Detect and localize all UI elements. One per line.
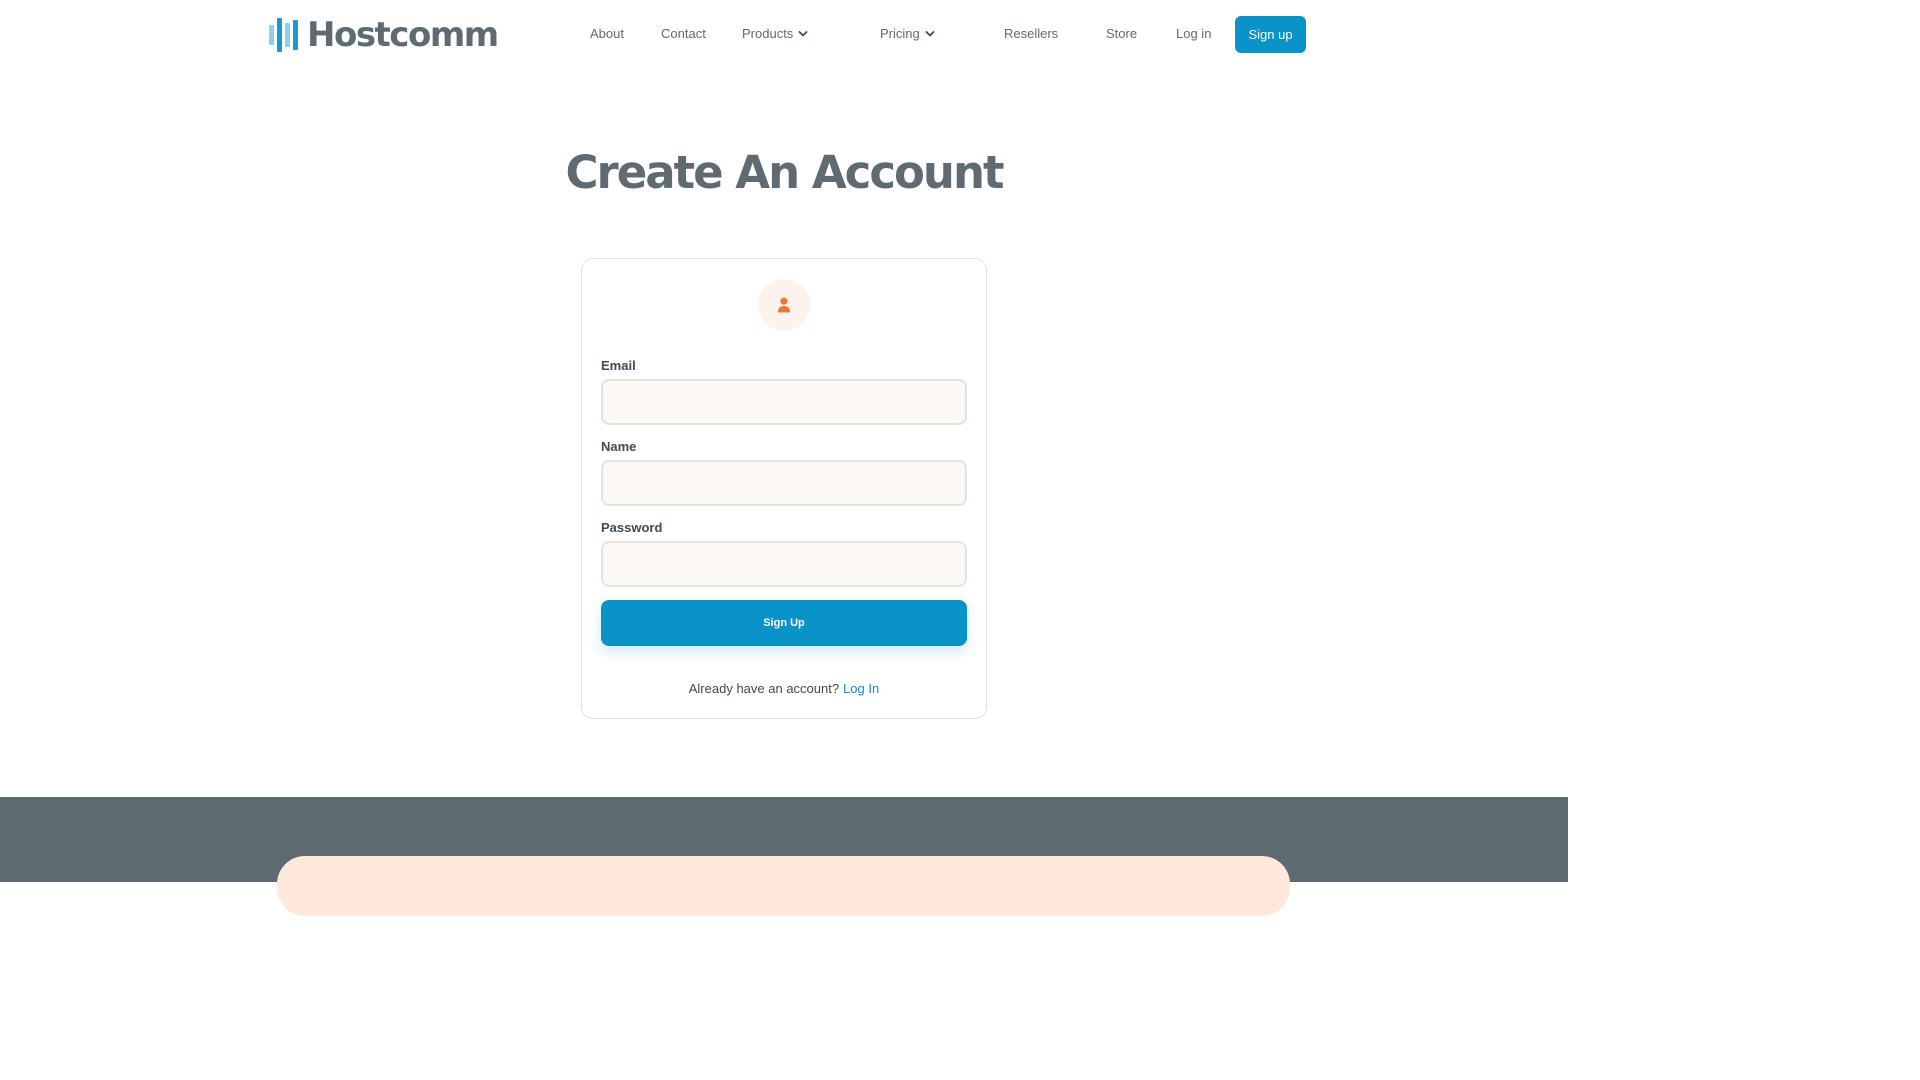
chevron-down-icon xyxy=(925,31,935,37)
footer-banner xyxy=(277,856,1290,916)
logo[interactable]: Hostcomm xyxy=(269,15,499,55)
password-field[interactable] xyxy=(601,541,967,587)
nav-products-label: Products xyxy=(742,26,794,41)
signup-card: Email Name Password Sign Up Already have… xyxy=(581,258,987,719)
name-label: Name xyxy=(601,439,637,454)
logo-mark-icon xyxy=(269,18,298,52)
nav-pricing-label: Pricing xyxy=(880,26,920,41)
page: Hostcomm About Contact Products Pricing … xyxy=(0,0,1568,916)
password-label: Password xyxy=(601,520,663,535)
nav-login-label: Log in xyxy=(1176,26,1212,41)
nav-contact-label: Contact xyxy=(661,26,706,41)
login-link[interactable]: Log In xyxy=(843,681,879,696)
nav-about[interactable]: About xyxy=(590,24,624,44)
nav-products[interactable]: Products xyxy=(742,24,808,44)
nav-about-label: About xyxy=(590,26,624,41)
signup-button[interactable]: Sign up xyxy=(1235,16,1306,53)
email-label: Email xyxy=(601,358,636,373)
nav-store-label: Store xyxy=(1106,26,1138,41)
name-field[interactable] xyxy=(601,460,967,506)
nav-pricing[interactable]: Pricing xyxy=(880,24,935,44)
nav-resellers-label: Resellers xyxy=(1004,26,1059,41)
email-field[interactable] xyxy=(601,379,967,425)
site-header: Hostcomm About Contact Products Pricing … xyxy=(0,0,1568,70)
site-footer xyxy=(0,797,1568,916)
logo-text: Hostcomm xyxy=(307,15,499,55)
user-icon xyxy=(778,297,790,313)
nav-store[interactable]: Store xyxy=(1106,24,1137,44)
page-title: Create An Account xyxy=(565,146,1004,199)
login-prompt: Already have an account? Log In xyxy=(582,680,986,698)
sign-up-submit-button[interactable]: Sign Up xyxy=(601,600,967,646)
nav-resellers[interactable]: Resellers xyxy=(1004,24,1058,44)
nav-login[interactable]: Log in xyxy=(1176,24,1211,44)
chevron-down-icon xyxy=(798,31,808,37)
login-prompt-text: Already have an account? xyxy=(688,681,840,696)
nav-contact[interactable]: Contact xyxy=(661,24,706,44)
avatar xyxy=(758,279,810,331)
